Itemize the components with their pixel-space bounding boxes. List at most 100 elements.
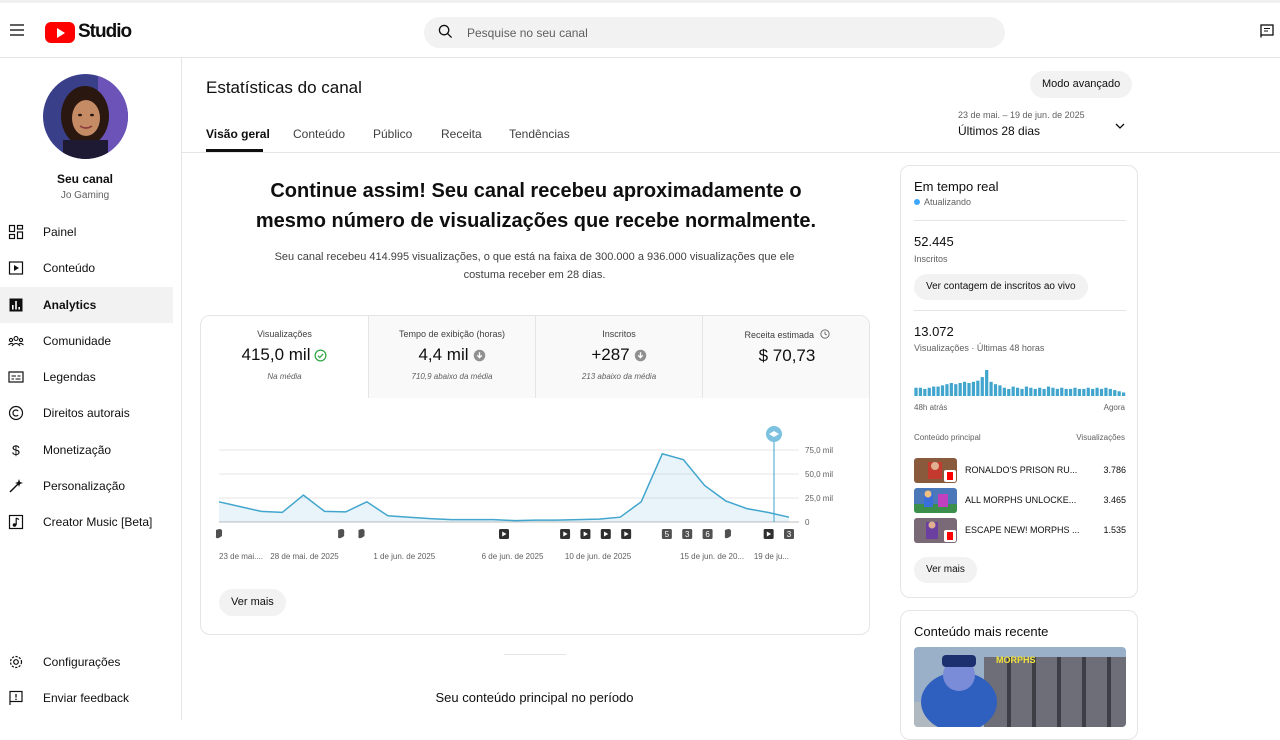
views-chart[interactable]: 75,0 mil 50,0 mil 25,0 mil 0 5 3 6 3 23 de mai..… xyxy=(201,398,869,568)
y-tick-label: 0 xyxy=(805,518,810,527)
y-tick-label: 50,0 mil xyxy=(805,470,833,479)
date-range-label: Últimos 28 dias xyxy=(958,124,1041,138)
advanced-mode-button[interactable]: Modo avançado xyxy=(1030,71,1133,98)
studio-logo[interactable]: Studio xyxy=(45,21,132,43)
x-tick-label: 23 de mai.... xyxy=(219,552,263,561)
svg-text:$: $ xyxy=(12,442,20,458)
see-more-button[interactable]: Ver mais xyxy=(219,589,286,616)
chevron-down-icon[interactable] xyxy=(1114,120,1126,132)
realtime-bar xyxy=(998,385,1002,396)
info-icon[interactable] xyxy=(819,329,830,339)
tab-receita[interactable]: Receita xyxy=(441,127,482,141)
x-tick-label: 1 de jun. de 2025 xyxy=(373,552,435,561)
live-subscriber-count-button[interactable]: Ver contagem de inscritos ao vivo xyxy=(914,274,1088,300)
y-tick-label: 25,0 mil xyxy=(805,494,833,503)
channel-name: Jo Gaming xyxy=(60,190,110,201)
tab-tendencias[interactable]: Tendências xyxy=(509,127,570,141)
see-more-button[interactable]: Ver mais xyxy=(914,557,977,583)
sidebar: Seu canal Jo Gaming Painel Conteúdo Anal… xyxy=(0,58,182,720)
list-item[interactable]: ESCAPE NEW! MORPHS ... 1.535 xyxy=(914,518,1126,544)
headline-line-1: Continue assim! Seu canal recebeu aproxi… xyxy=(270,180,802,202)
dashboard-icon xyxy=(8,224,24,240)
realtime-bar xyxy=(1121,392,1126,396)
tab-visao-geral[interactable]: Visão geral xyxy=(206,127,270,141)
metric-value: +287 xyxy=(591,345,630,364)
realtime-bar xyxy=(976,380,980,396)
sidebar-item-label: Analytics xyxy=(43,298,97,312)
menu-icon[interactable] xyxy=(10,24,24,36)
top-bar: Studio Pesquise no seu canal xyxy=(0,0,1280,58)
sidebar-item-creator-music[interactable]: Creator Music [Beta] xyxy=(0,504,173,540)
metric-label: Receita estimada xyxy=(703,329,869,340)
realtime-bar xyxy=(1113,390,1117,396)
sidebar-item-analytics[interactable]: Analytics xyxy=(0,287,173,323)
sidebar-item-label: Legendas xyxy=(43,370,96,384)
sidebar-item-painel[interactable]: Painel xyxy=(0,214,173,250)
realtime-bar xyxy=(949,383,953,396)
metric-watch-time[interactable]: Tempo de exibição (horas) 4,4 mil 710,9 … xyxy=(368,316,535,398)
metric-note: 213 abaixo da média xyxy=(581,372,657,381)
realtime-views-value: 13.072 xyxy=(914,324,954,339)
video-views: 1.535 xyxy=(1103,525,1126,535)
realtime-bar xyxy=(1020,388,1024,396)
realtime-bar xyxy=(1095,387,1099,396)
sidebar-item-direitos-autorais[interactable]: Direitos autorais xyxy=(0,395,173,431)
svg-text:MORPHS: MORPHS xyxy=(996,655,1036,665)
realtime-bar xyxy=(1068,388,1073,396)
tab-conteudo[interactable]: Conteúdo xyxy=(293,127,345,141)
date-range-picker[interactable]: 23 de mai. – 19 de jun. de 2025 Últimos … xyxy=(958,110,1085,138)
analytics-icon xyxy=(9,298,23,312)
metric-views[interactable]: Visualizações 415,0 mil Na média xyxy=(201,316,368,398)
sidebar-item-enviar-feedback[interactable]: Enviar feedback xyxy=(0,680,173,716)
x-tick-label: 10 de jun. de 2025 xyxy=(565,552,632,561)
sidebar-item-configuracoes[interactable]: Configurações xyxy=(0,644,173,680)
video-views: 3.465 xyxy=(1103,495,1126,505)
sidebar-item-label: Direitos autorais xyxy=(43,406,130,420)
customization-icon xyxy=(9,479,23,493)
realtime-subscribers-value: 52.445 xyxy=(914,234,954,249)
realtime-bar xyxy=(1073,387,1077,396)
realtime-bar xyxy=(985,370,989,396)
realtime-bar xyxy=(958,383,962,396)
metric-label: Inscritos xyxy=(602,329,636,339)
y-tick-label: 75,0 mil xyxy=(805,446,833,455)
divider xyxy=(914,220,1126,221)
sidebar-item-label: Configurações xyxy=(43,655,121,669)
search-input[interactable]: Pesquise no seu canal xyxy=(467,26,588,40)
search-bar[interactable]: Pesquise no seu canal xyxy=(424,17,1005,48)
x-tick-label: 19 de ju... xyxy=(754,552,789,561)
realtime-subscribers-label: Inscritos xyxy=(914,254,948,264)
upload-count-label: 6 xyxy=(705,530,710,539)
arrow-down-circle-icon xyxy=(473,349,485,361)
realtime-bar xyxy=(1042,388,1046,396)
realtime-bar xyxy=(1104,387,1108,396)
video-title: ALL MORPHS UNLOCKE... xyxy=(965,495,1077,505)
realtime-bar-chart[interactable] xyxy=(914,366,1126,396)
metric-revenue[interactable]: Receita estimada $ 70,73 xyxy=(702,316,869,398)
realtime-bar xyxy=(1086,387,1090,396)
realtime-bar xyxy=(927,387,931,396)
realtime-bar xyxy=(1033,388,1037,396)
list-item[interactable]: RONALDO'S PRISON RU... 3.786 xyxy=(914,458,1126,484)
x-tick-label: 15 de jun. de 20... xyxy=(680,552,744,561)
realtime-bar xyxy=(1108,388,1112,396)
recent-video-thumbnail[interactable]: MORPHS xyxy=(914,647,1126,727)
tab-publico[interactable]: Público xyxy=(373,127,412,141)
video-title: RONALDO'S PRISON RU... xyxy=(965,465,1078,475)
feedback-icon xyxy=(9,690,23,705)
sidebar-item-comunidade[interactable]: Comunidade xyxy=(0,323,173,359)
copyright-icon xyxy=(8,405,24,421)
feedback-icon[interactable] xyxy=(1260,24,1274,38)
list-item[interactable]: ALL MORPHS UNLOCKE... 3.465 xyxy=(914,488,1126,514)
divider xyxy=(914,310,1126,311)
sidebar-item-conteudo[interactable]: Conteúdo xyxy=(0,250,173,286)
realtime-bar xyxy=(936,386,940,396)
metric-subscribers[interactable]: Inscritos +287 213 abaixo da média xyxy=(535,316,702,398)
video-thumbnail xyxy=(914,518,957,543)
sidebar-item-label: Creator Music [Beta] xyxy=(43,515,153,529)
sidebar-item-label: Comunidade xyxy=(43,334,112,348)
sidebar-item-monetizacao[interactable]: $ Monetização xyxy=(0,432,173,468)
sidebar-item-legendas[interactable]: Legendas xyxy=(0,359,173,395)
sidebar-item-personalizacao[interactable]: Personalização xyxy=(0,468,173,504)
channel-avatar[interactable] xyxy=(43,74,128,159)
